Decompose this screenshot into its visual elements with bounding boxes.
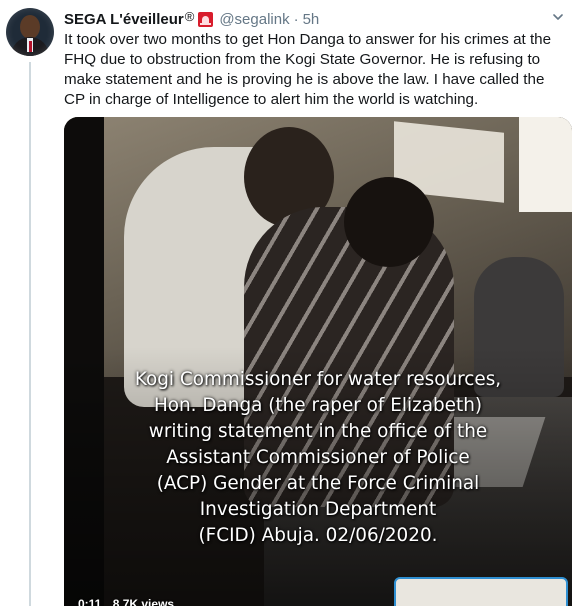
chevron-down-icon[interactable] [553, 12, 563, 22]
caption-line: Investigation Department [199, 499, 437, 520]
video-views: 8.7K views [112, 597, 175, 606]
tweet-timestamp[interactable]: 5h [303, 11, 320, 28]
display-name[interactable]: SEGA L'éveilleur [64, 11, 184, 28]
caption-line: (FCID) Abuja. 02/06/2020. [198, 525, 438, 546]
caption-line: Hon. Danga (the raper of Elizabeth) [153, 395, 483, 416]
tweet-text: It took over two months to get Hon Danga… [64, 31, 552, 108]
police-light-icon [198, 11, 214, 27]
video-caption: Kogi Commissioner for water resources, H… [64, 367, 572, 549]
registered-mark: ® [184, 8, 195, 24]
thread-connector-line [29, 62, 31, 606]
separator-dot: · [293, 10, 299, 28]
tweet-header: SEGA L'éveilleur ® @segalink · 5h [64, 9, 319, 29]
caption-line: Assistant Commissioner of Police [166, 447, 470, 468]
video-player[interactable]: Kogi Commissioner for water resources, H… [64, 117, 572, 606]
caption-line: writing statement in the office of the [148, 421, 488, 442]
video-duration: 0:11 [78, 597, 102, 606]
avatar[interactable] [6, 8, 54, 56]
user-handle[interactable]: @segalink [219, 11, 289, 28]
video-meta: 0:11 8.7K views [78, 597, 174, 606]
caption-line: (ACP) Gender at the Force Criminal [156, 473, 480, 494]
caption-line: Kogi Commissioner for water resources, [134, 369, 502, 390]
